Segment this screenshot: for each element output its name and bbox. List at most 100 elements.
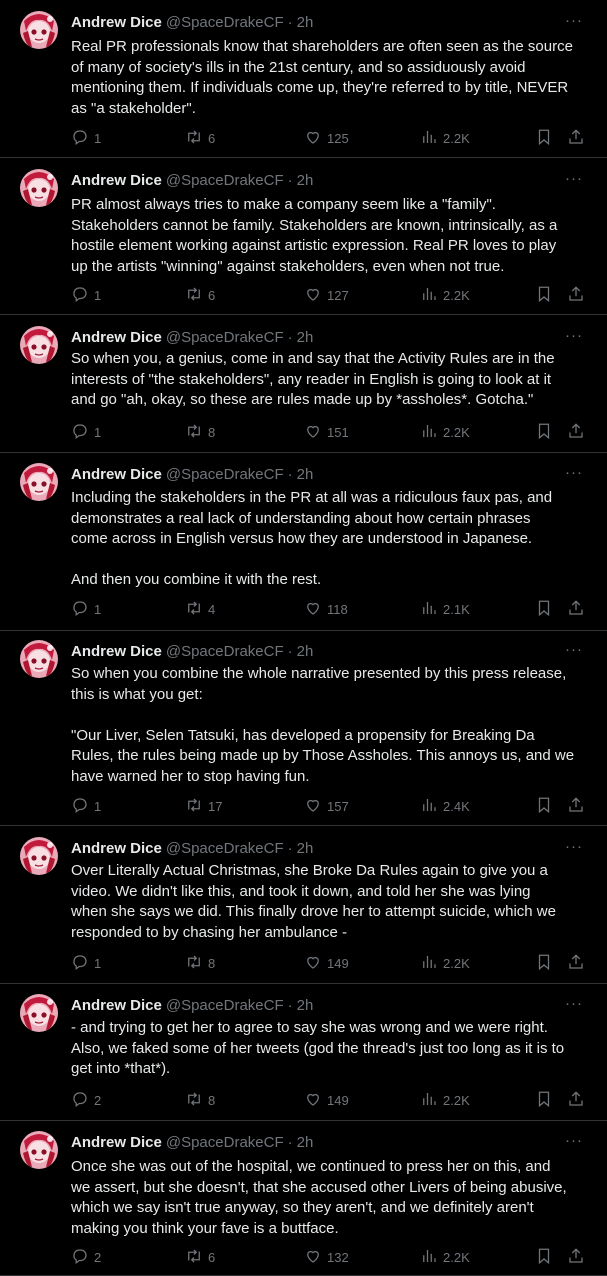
author-name[interactable]: Andrew Dice: [71, 840, 162, 857]
views-button[interactable]: 2.2K: [420, 128, 470, 148]
author-name[interactable]: Andrew Dice: [71, 643, 162, 660]
like-button[interactable]: 125: [304, 128, 349, 148]
like-button[interactable]: 127: [304, 285, 349, 305]
avatar[interactable]: [20, 11, 58, 49]
reply-button[interactable]: 1: [71, 285, 101, 305]
more-icon[interactable]: ···: [565, 995, 583, 1012]
bookmark-button[interactable]: [535, 953, 553, 973]
like-button[interactable]: 149: [304, 1090, 349, 1110]
retweet-button[interactable]: 6: [185, 128, 215, 148]
views-button[interactable]: 2.2K: [420, 422, 470, 442]
timestamp[interactable]: 2h: [297, 14, 314, 31]
share-button[interactable]: [567, 1090, 585, 1110]
views-button[interactable]: 2.2K: [420, 1247, 470, 1267]
avatar[interactable]: [20, 837, 58, 875]
more-icon[interactable]: ···: [565, 464, 583, 481]
views-button[interactable]: 2.1K: [420, 599, 470, 619]
author-name[interactable]: Andrew Dice: [71, 329, 162, 346]
author-name[interactable]: Andrew Dice: [71, 14, 162, 31]
timestamp[interactable]: 2h: [297, 997, 314, 1014]
retweet-button[interactable]: 8: [185, 953, 215, 973]
avatar[interactable]: [20, 994, 58, 1032]
reply-button[interactable]: 1: [71, 422, 101, 442]
bookmark-button[interactable]: [535, 599, 553, 619]
reply-button[interactable]: 1: [71, 128, 101, 148]
avatar[interactable]: [20, 463, 58, 501]
author-name[interactable]: Andrew Dice: [71, 1134, 162, 1151]
more-icon[interactable]: ···: [565, 170, 583, 187]
reply-button[interactable]: 1: [71, 599, 101, 619]
retweet-button[interactable]: 4: [185, 599, 215, 619]
timestamp[interactable]: 2h: [297, 329, 314, 346]
views-button[interactable]: 2.2K: [420, 1090, 470, 1110]
bookmark-button[interactable]: [535, 796, 553, 816]
tweet[interactable]: Andrew Dice @SpaceDrakeCF · 2h ··· Over Liter…: [0, 826, 607, 984]
author-handle[interactable]: @SpaceDrakeCF: [166, 14, 284, 31]
retweet-button[interactable]: 6: [185, 1247, 215, 1267]
avatar[interactable]: [20, 640, 58, 678]
reply-button[interactable]: 1: [71, 796, 101, 816]
timestamp[interactable]: 2h: [297, 172, 314, 189]
more-icon[interactable]: ···: [565, 1132, 583, 1149]
author-handle[interactable]: @SpaceDrakeCF: [166, 840, 284, 857]
retweet-button[interactable]: 17: [185, 796, 222, 816]
author-handle[interactable]: @SpaceDrakeCF: [166, 172, 284, 189]
bookmark-button[interactable]: [535, 1090, 553, 1110]
like-button[interactable]: 151: [304, 422, 349, 442]
more-icon[interactable]: ···: [565, 641, 583, 658]
more-icon[interactable]: ···: [565, 12, 583, 29]
avatar[interactable]: [20, 1131, 58, 1169]
author-handle[interactable]: @SpaceDrakeCF: [166, 1134, 284, 1151]
reply-button[interactable]: 2: [71, 1090, 101, 1110]
like-button[interactable]: 132: [304, 1247, 349, 1267]
share-button[interactable]: [567, 953, 585, 973]
retweet-button[interactable]: 8: [185, 422, 215, 442]
timestamp[interactable]: 2h: [297, 643, 314, 660]
author-handle[interactable]: @SpaceDrakeCF: [166, 997, 284, 1014]
more-icon[interactable]: ···: [565, 327, 583, 344]
bookmark-icon: [535, 599, 553, 620]
tweet[interactable]: Andrew Dice @SpaceDrakeCF · 2h ··· So when yo…: [0, 631, 607, 826]
author-name[interactable]: Andrew Dice: [71, 172, 162, 189]
avatar[interactable]: [20, 326, 58, 364]
tweet[interactable]: Andrew Dice @SpaceDrakeCF · 2h ··· Once she w…: [0, 1121, 607, 1276]
like-button[interactable]: 157: [304, 796, 349, 816]
share-button[interactable]: [567, 599, 585, 619]
reply-button[interactable]: 2: [71, 1247, 101, 1267]
author-name[interactable]: Andrew Dice: [71, 997, 162, 1014]
author-handle[interactable]: @SpaceDrakeCF: [166, 329, 284, 346]
share-button[interactable]: [567, 422, 585, 442]
like-button[interactable]: 118: [304, 599, 348, 619]
author-name[interactable]: Andrew Dice: [71, 466, 162, 483]
retweet-button[interactable]: 6: [185, 285, 215, 305]
share-button[interactable]: [567, 1247, 585, 1267]
share-button[interactable]: [567, 285, 585, 305]
separator-dot: ·: [287, 1133, 293, 1151]
retweet-button[interactable]: 8: [185, 1090, 215, 1110]
tweet[interactable]: Andrew Dice @SpaceDrakeCF · 2h ··· So when yo…: [0, 315, 607, 453]
share-button[interactable]: [567, 796, 585, 816]
tweet[interactable]: Andrew Dice @SpaceDrakeCF · 2h ··· PR almost …: [0, 158, 607, 315]
reply-icon: [71, 1090, 89, 1111]
bookmark-button[interactable]: [535, 128, 553, 148]
timestamp[interactable]: 2h: [297, 840, 314, 857]
views-icon: [420, 599, 438, 620]
tweet[interactable]: Andrew Dice @SpaceDrakeCF · 2h ··· Including …: [0, 453, 607, 631]
views-button[interactable]: 2.4K: [420, 796, 470, 816]
timestamp[interactable]: 2h: [297, 466, 314, 483]
tweet[interactable]: Andrew Dice @SpaceDrakeCF · 2h ··· - and tryi…: [0, 984, 607, 1121]
views-button[interactable]: 2.2K: [420, 953, 470, 973]
bookmark-button[interactable]: [535, 285, 553, 305]
avatar[interactable]: [20, 169, 58, 207]
timestamp[interactable]: 2h: [297, 1134, 314, 1151]
more-icon[interactable]: ···: [565, 838, 583, 855]
tweet[interactable]: Andrew Dice @SpaceDrakeCF · 2h ··· Real PR pr…: [0, 0, 607, 158]
reply-button[interactable]: 1: [71, 953, 101, 973]
share-button[interactable]: [567, 128, 585, 148]
author-handle[interactable]: @SpaceDrakeCF: [166, 643, 284, 660]
views-button[interactable]: 2.2K: [420, 285, 470, 305]
author-handle[interactable]: @SpaceDrakeCF: [166, 466, 284, 483]
bookmark-button[interactable]: [535, 422, 553, 442]
like-button[interactable]: 149: [304, 953, 349, 973]
bookmark-button[interactable]: [535, 1247, 553, 1267]
